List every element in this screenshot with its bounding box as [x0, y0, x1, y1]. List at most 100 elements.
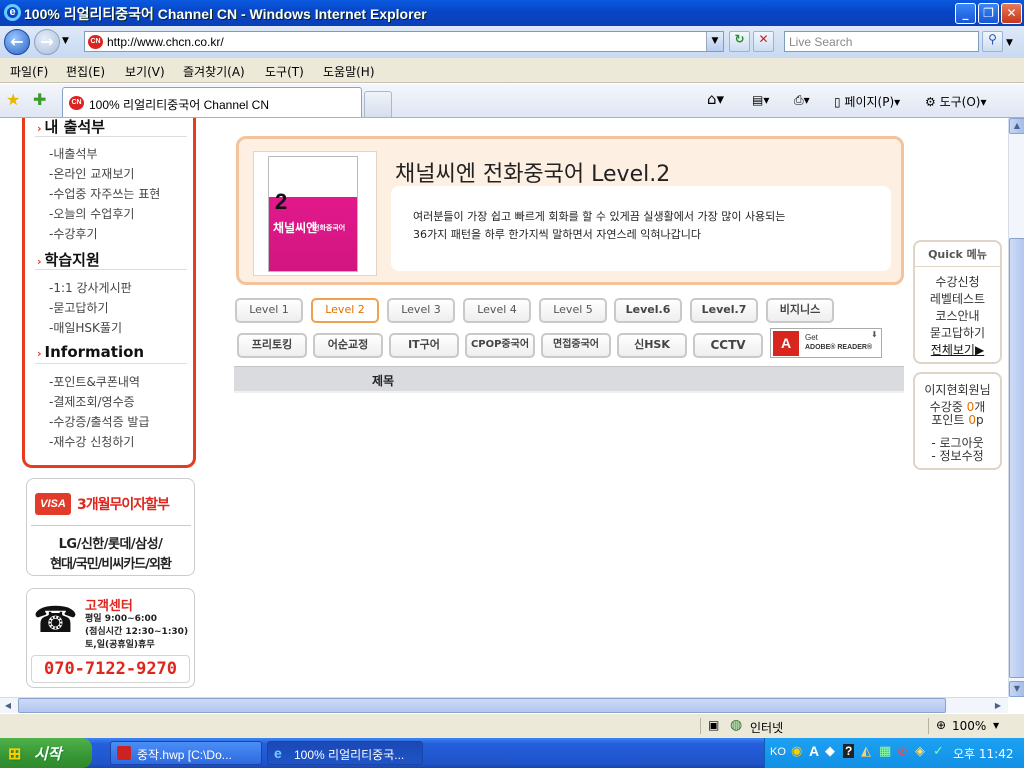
maximize-button[interactable]: ❐ — [978, 3, 999, 24]
level-7-button[interactable]: Level.7 — [690, 298, 758, 323]
history-dropdown-icon[interactable]: ▼ — [62, 36, 69, 46]
address-field[interactable]: CN http://www.chcn.co.kr/ ▼ — [84, 31, 724, 52]
zoom-dropdown-icon[interactable]: ▼ — [993, 721, 999, 730]
ime-pad-icon[interactable]: ◆ — [825, 744, 835, 759]
url-text: http://www.chcn.co.kr/ — [107, 35, 224, 49]
quick-item-level-test[interactable]: 레벨테스트 — [915, 290, 1000, 307]
back-button[interactable]: ← — [4, 29, 30, 55]
tray-app2-icon[interactable]: ◈ — [915, 744, 925, 759]
telephone-icon: ☎ — [33, 600, 78, 641]
menu-edit[interactable]: 편집(E) — [66, 63, 105, 80]
quick-view-all-link[interactable]: 전체보기▶ — [915, 341, 1000, 358]
menu-view[interactable]: 보기(V) — [125, 63, 165, 80]
search-icon[interactable]: ⚲ — [982, 31, 1003, 52]
close-button[interactable]: ✕ — [1001, 3, 1022, 24]
sidebar-item-certificate[interactable]: -수강증/출석증 발급 — [49, 413, 150, 430]
security-alert-icon[interactable]: ⊘ — [897, 744, 908, 759]
tools-menu[interactable]: ⚙ 도구(O)▾ — [925, 93, 987, 110]
sidebar-item-daily-hsk[interactable]: -매일HSK풀기 — [49, 319, 122, 336]
scroll-right-icon[interactable]: ▶ — [990, 698, 1006, 713]
help-icon[interactable]: ? — [843, 744, 855, 758]
table-divider — [234, 391, 904, 393]
minimize-button[interactable]: _ — [955, 3, 976, 24]
sidebar-item-payment-receipt[interactable]: -결제조회/영수증 — [49, 393, 135, 410]
zoom-level[interactable]: 100% — [952, 719, 986, 733]
quick-menu-title: Quick 메뉴 — [915, 242, 1000, 267]
tools-menu-label: 도구(O) — [939, 95, 981, 109]
level-3-button[interactable]: Level 3 — [387, 298, 455, 323]
menu-tools[interactable]: 도구(T) — [265, 63, 304, 80]
business-button[interactable]: 비지니스 — [766, 298, 834, 323]
sidebar-item-course-review[interactable]: -수강후기 — [49, 225, 98, 242]
cpop-chinese-button[interactable]: CPOP중국어 — [465, 333, 535, 358]
vertical-scrollbar[interactable]: ▲ ▼ — [1008, 118, 1024, 697]
zoom-icon[interactable]: ⊕ — [936, 718, 946, 732]
horizontal-scroll-thumb[interactable] — [18, 698, 946, 713]
level-2-button[interactable]: Level 2 — [311, 298, 379, 323]
feeds-icon[interactable]: ▤▾ — [752, 93, 769, 107]
edit-profile-link[interactable]: - 정보수정 — [915, 450, 1000, 463]
print-icon[interactable]: ⎙▾ — [794, 93, 810, 108]
page-menu[interactable]: ▯ 페이지(P)▾ — [834, 93, 900, 110]
taskbar-item-ie[interactable]: e 100% 리얼리티중국... — [267, 741, 423, 765]
ime-icon[interactable]: ◉ — [791, 744, 802, 759]
free-talking-button[interactable]: 프리토킹 — [237, 333, 307, 358]
tab-current[interactable]: CN 100% 리얼리티중국어 Channel CN — [62, 87, 362, 117]
quick-item-course-guide[interactable]: 코스안내 — [915, 307, 1000, 324]
sidebar-item-teacher-board[interactable]: -1:1 강사게시판 — [49, 279, 132, 296]
horizontal-scrollbar[interactable]: ◀ ▶ — [0, 697, 1008, 713]
windows-logo-icon: ⊞ — [8, 746, 22, 763]
quick-item-qna[interactable]: 묻고답하기 — [915, 324, 1000, 341]
home-icon[interactable]: ⌂▾ — [707, 90, 724, 108]
menu-help[interactable]: 도움말(H) — [323, 63, 375, 80]
network-icon[interactable]: ▦ — [879, 744, 891, 759]
sidebar-item-points-coupons[interactable]: -포인트&쿠폰내역 — [49, 373, 140, 390]
interview-chinese-button[interactable]: 면접중국어 — [541, 333, 611, 358]
sidebar-item-online-textbook[interactable]: -온라인 교재보기 — [49, 165, 134, 182]
favorites-star-icon[interactable]: ★ — [6, 90, 20, 109]
sidebar-item-today-review[interactable]: -오늘의 수업후기 — [49, 205, 134, 222]
menu-file[interactable]: 파일(F) — [10, 63, 48, 80]
taskbar-item-hwp[interactable]: 중작.hwp [C:\Do... — [110, 741, 262, 765]
search-options-icon[interactable]: ▼ — [1006, 38, 1013, 48]
installment-promo[interactable]: VISA 3개월무이자할부 LG/신한/롯데/삼성/ 현대/국민/비씨카드/외환 — [26, 478, 195, 576]
word-order-button[interactable]: 어순교정 — [313, 333, 383, 358]
level-1-button[interactable]: Level 1 — [235, 298, 303, 323]
language-indicator[interactable]: KO — [770, 746, 786, 758]
forward-button[interactable]: → — [34, 29, 60, 55]
quick-item-enroll[interactable]: 수강신청 — [915, 273, 1000, 290]
sidebar-item-qna[interactable]: -묻고답하기 — [49, 299, 109, 316]
page-menu-label: 페이지(P) — [844, 95, 895, 109]
cctv-button[interactable]: CCTV — [693, 333, 763, 358]
section-attendance-title: › 내 출석부 — [37, 118, 105, 136]
tray-app-icon[interactable]: ◭ — [861, 744, 871, 759]
sidebar-item-re-enroll[interactable]: -재수강 신청하기 — [49, 433, 134, 450]
level-4-button[interactable]: Level 4 — [463, 298, 531, 323]
divider — [928, 718, 929, 734]
address-dropdown-icon[interactable]: ▼ — [706, 32, 723, 51]
ime-mode-icon[interactable]: A — [809, 743, 819, 759]
taskbar-item-ie-label: 100% 리얼리티중국... — [294, 748, 405, 762]
refresh-button[interactable]: ↻ — [729, 31, 750, 52]
book-frame: 2 채널씨엔 전화중국어 — [253, 151, 377, 276]
search-input[interactable]: Live Search — [784, 31, 979, 52]
add-favorites-icon[interactable]: ✚ — [33, 90, 46, 109]
scroll-left-icon[interactable]: ◀ — [0, 698, 16, 713]
scroll-up-icon[interactable]: ▲ — [1009, 118, 1024, 134]
adobe-reader-button[interactable]: A Get ADOBE® READER® ⬇ — [770, 328, 882, 358]
vertical-scroll-thumb[interactable] — [1009, 238, 1024, 678]
tray-app3-icon[interactable]: ✓ — [933, 744, 944, 759]
sidebar-item-expressions[interactable]: -수업중 자주쓰는 표현 — [49, 185, 160, 202]
scroll-down-icon[interactable]: ▼ — [1009, 681, 1024, 697]
level-5-button[interactable]: Level 5 — [539, 298, 607, 323]
points-label: 포인트 — [931, 413, 969, 427]
enrolled-unit: 개 — [974, 400, 986, 414]
it-chinese-button[interactable]: IT구어 — [389, 333, 459, 358]
level-6-button[interactable]: Level.6 — [614, 298, 682, 323]
menu-favorites[interactable]: 즐겨찾기(A) — [183, 63, 245, 80]
start-button[interactable]: ⊞ 시작 — [0, 738, 92, 768]
new-hsk-button[interactable]: 신HSK — [617, 333, 687, 358]
sidebar-item-attendance[interactable]: -내출석부 — [49, 145, 98, 162]
new-tab-button[interactable] — [364, 91, 392, 117]
stop-button[interactable]: ✕ — [753, 31, 774, 52]
